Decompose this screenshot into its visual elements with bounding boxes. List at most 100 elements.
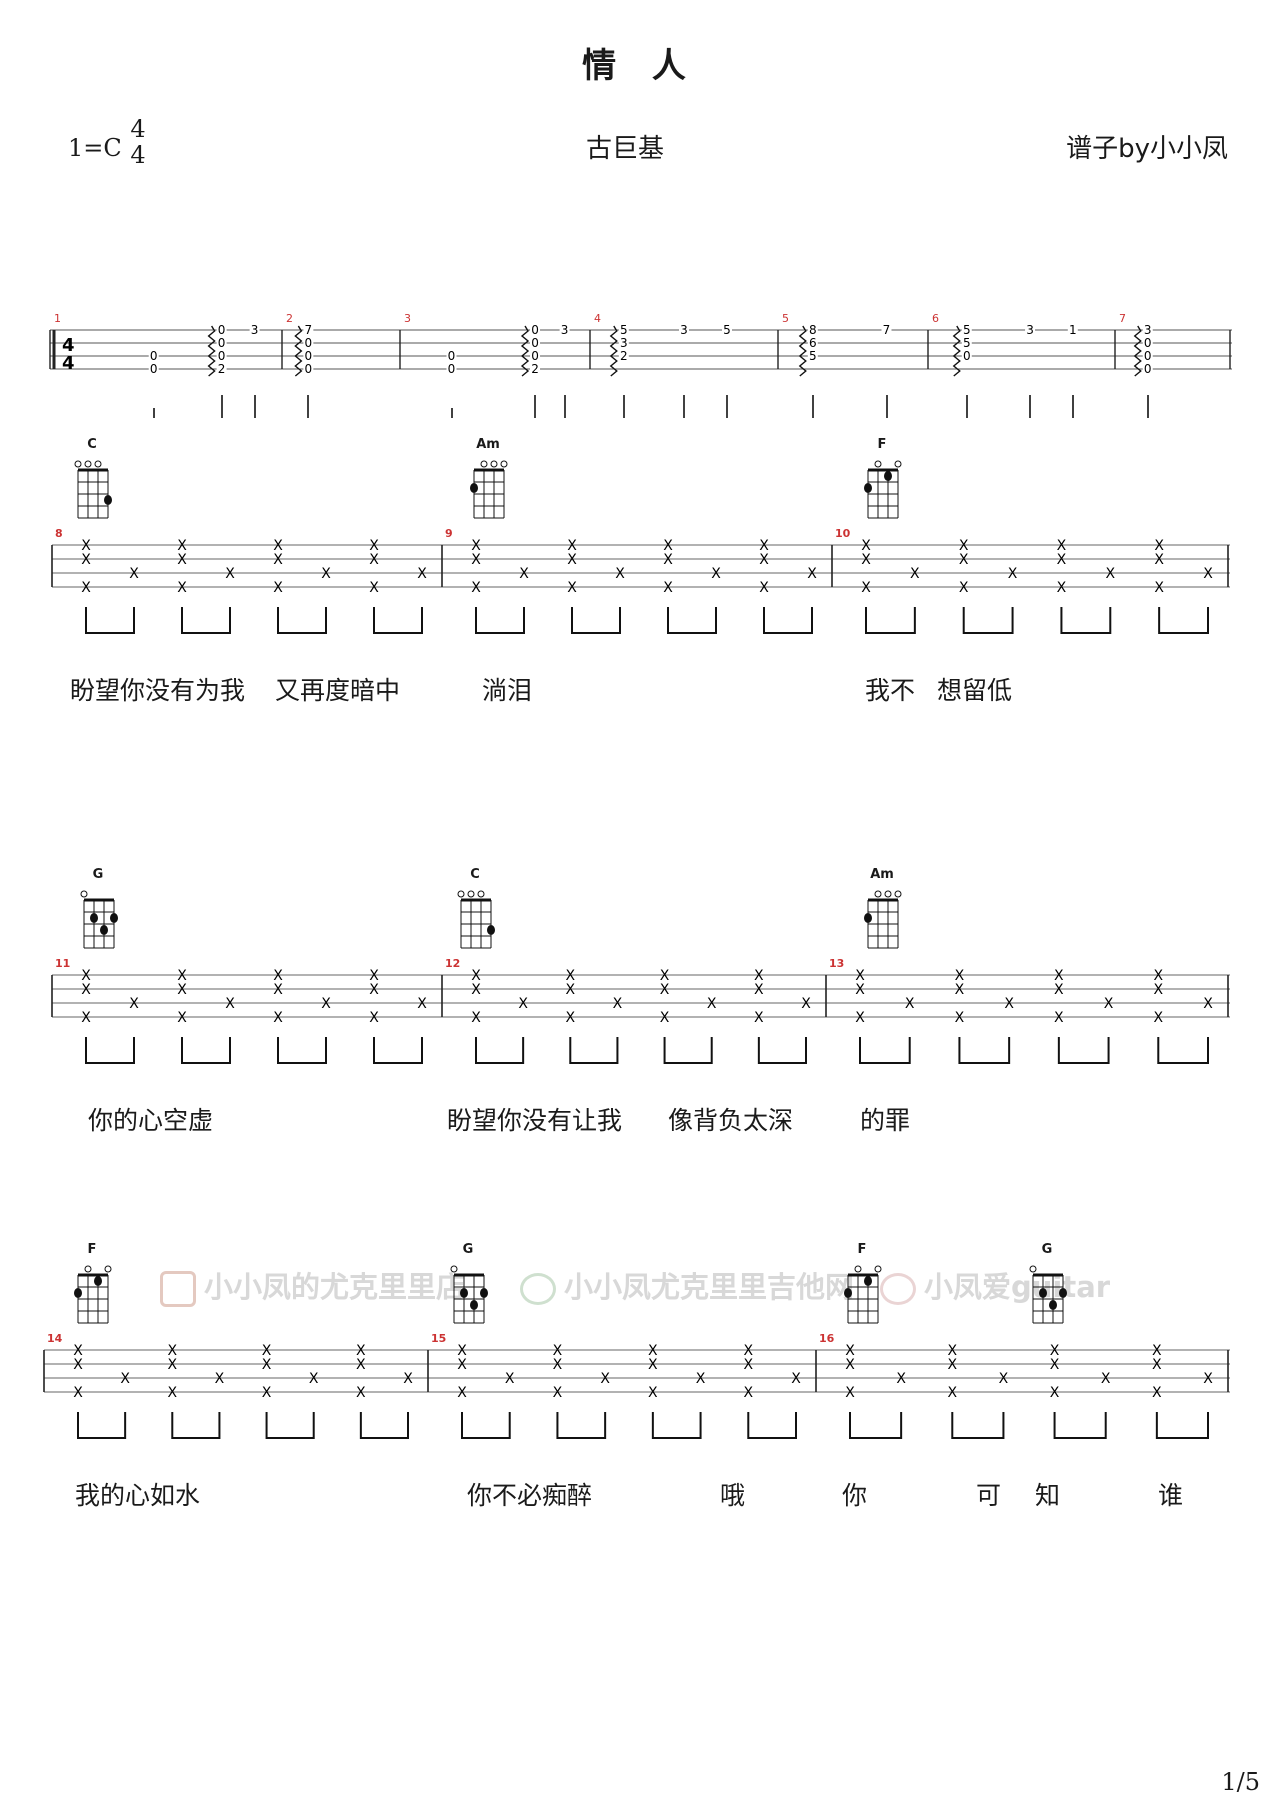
tab-fret-number: 0 xyxy=(218,336,226,350)
finger-dot xyxy=(864,913,872,923)
page-number: 1/5 xyxy=(1221,1768,1260,1796)
beam-pair xyxy=(373,607,423,634)
strum-staff: 8XXXXXXXXXXXXXXXX9XXXXXXXXXXXXXXXX10XXXX… xyxy=(51,527,1230,634)
strum-x: X xyxy=(861,580,871,596)
beam-pair xyxy=(85,607,135,634)
tab-fret-number: 5 xyxy=(620,323,628,337)
beam-pair xyxy=(1158,607,1209,634)
strum-x: X xyxy=(896,1371,906,1387)
arranger-credit: 谱子by小小凤 xyxy=(1066,134,1228,164)
strum-x: X xyxy=(615,566,625,582)
beam-pair xyxy=(461,1412,511,1439)
open-string-mark xyxy=(450,1265,458,1273)
chord-name: Am xyxy=(476,437,500,452)
beam-pair xyxy=(85,1037,135,1064)
strum-x: X xyxy=(129,996,139,1012)
chord-grid xyxy=(74,1265,112,1324)
chord-name: C xyxy=(87,437,97,452)
finger-dot xyxy=(470,1300,478,1310)
open-string-mark xyxy=(894,890,902,898)
strum-x: X xyxy=(553,1385,563,1401)
open-string-mark xyxy=(104,1265,112,1273)
measure-number: 7 xyxy=(1119,312,1126,325)
strum-x: X xyxy=(613,996,623,1012)
open-string-mark xyxy=(500,460,508,468)
beam-pair xyxy=(667,607,717,634)
strum-staff: 14XXXXXXXXXXXXXXXX15XXXXXXXXXXXXXXXX16XX… xyxy=(43,1332,1230,1439)
lyric-fragment: 你的心空虚 xyxy=(88,1106,214,1135)
chord-grid xyxy=(450,1265,488,1324)
strum-x: X xyxy=(1203,996,1213,1012)
tab-fret-number: 5 xyxy=(963,336,971,350)
strum-x: X xyxy=(1153,982,1163,998)
chord-grid xyxy=(844,1265,882,1324)
beam-pair xyxy=(1053,1412,1107,1439)
tab-fret-number: 2 xyxy=(218,362,226,376)
strum-x: X xyxy=(471,552,481,568)
strum-x: X xyxy=(369,982,379,998)
finger-dot xyxy=(110,913,118,923)
measure-number: 4 xyxy=(594,312,601,325)
beam-pair xyxy=(849,1412,903,1439)
beam-pair xyxy=(958,1037,1011,1064)
watermark-weibo: 小凤爱guitar xyxy=(880,1264,1110,1306)
strum-x: X xyxy=(791,1371,801,1387)
lyric-fragment: 你 xyxy=(842,1481,868,1510)
beam-pair xyxy=(951,1412,1005,1439)
chord-diagram-g: G xyxy=(78,867,122,966)
strum-x: X xyxy=(905,996,915,1012)
strum-x: X xyxy=(1203,1371,1213,1387)
strum-x: X xyxy=(273,982,283,998)
strum-x: X xyxy=(1203,566,1213,582)
finger-dot xyxy=(864,1276,872,1286)
tab-fret-number: 8 xyxy=(809,323,817,337)
tab-fret-number: 0 xyxy=(448,362,456,376)
beam-pair xyxy=(651,1412,702,1439)
chord-diagram-f: F xyxy=(862,437,906,536)
beam-pair xyxy=(277,607,327,634)
chord-grid xyxy=(470,460,508,519)
strum-x: X xyxy=(743,1357,753,1373)
open-string-mark xyxy=(874,1265,882,1273)
strum-x: X xyxy=(273,580,283,596)
lyric-fragment: 想留低 xyxy=(937,676,1013,705)
tab-fret-number: 5 xyxy=(723,323,731,337)
strum-x: X xyxy=(471,982,481,998)
strum-x: X xyxy=(369,1010,379,1026)
strum-x: X xyxy=(81,580,91,596)
strum-x: X xyxy=(177,1010,187,1026)
beam-pair xyxy=(1157,1037,1209,1064)
strum-x: X xyxy=(1105,566,1115,582)
lyric-fragment: 淌泪 xyxy=(482,676,533,705)
strum-x: X xyxy=(1054,982,1064,998)
chord-diagram-f: F xyxy=(842,1242,886,1341)
lyric-fragment: 像背负太深 xyxy=(668,1106,794,1135)
strum-x: X xyxy=(356,1357,366,1373)
tab-fret-number: 0 xyxy=(218,323,226,337)
measure-number: 10 xyxy=(835,527,851,540)
tab-fret-number: 1 xyxy=(1069,323,1077,337)
strum-x: X xyxy=(1054,1010,1064,1026)
beam-pair xyxy=(1057,1037,1110,1064)
strum-x: X xyxy=(457,1357,467,1373)
strum-x: X xyxy=(471,580,481,596)
chord-name: G xyxy=(1041,1242,1053,1257)
strum-x: X xyxy=(273,552,283,568)
strum-x: X xyxy=(417,566,427,582)
strum-x: X xyxy=(955,982,965,998)
beam-pair xyxy=(1155,1412,1209,1439)
lyric-fragment: 盼望你没有为我 xyxy=(70,676,246,705)
tab-fret-number: 0 xyxy=(305,336,313,350)
watermark-wechat: 小小凤尤克里里吉他网 xyxy=(520,1264,854,1306)
strum-x: X xyxy=(754,982,764,998)
tab-fret-number: 6 xyxy=(809,336,817,350)
open-string-mark xyxy=(490,460,498,468)
staff-time-bottom: 4 xyxy=(62,353,75,374)
chord-grid xyxy=(1029,1265,1067,1324)
tab-fret-number: 0 xyxy=(150,349,158,363)
measure-number: 1 xyxy=(54,312,61,325)
beam-pair xyxy=(359,1412,409,1439)
strum-x: X xyxy=(707,996,717,1012)
strum-x: X xyxy=(321,566,331,582)
strum-x: X xyxy=(567,580,577,596)
